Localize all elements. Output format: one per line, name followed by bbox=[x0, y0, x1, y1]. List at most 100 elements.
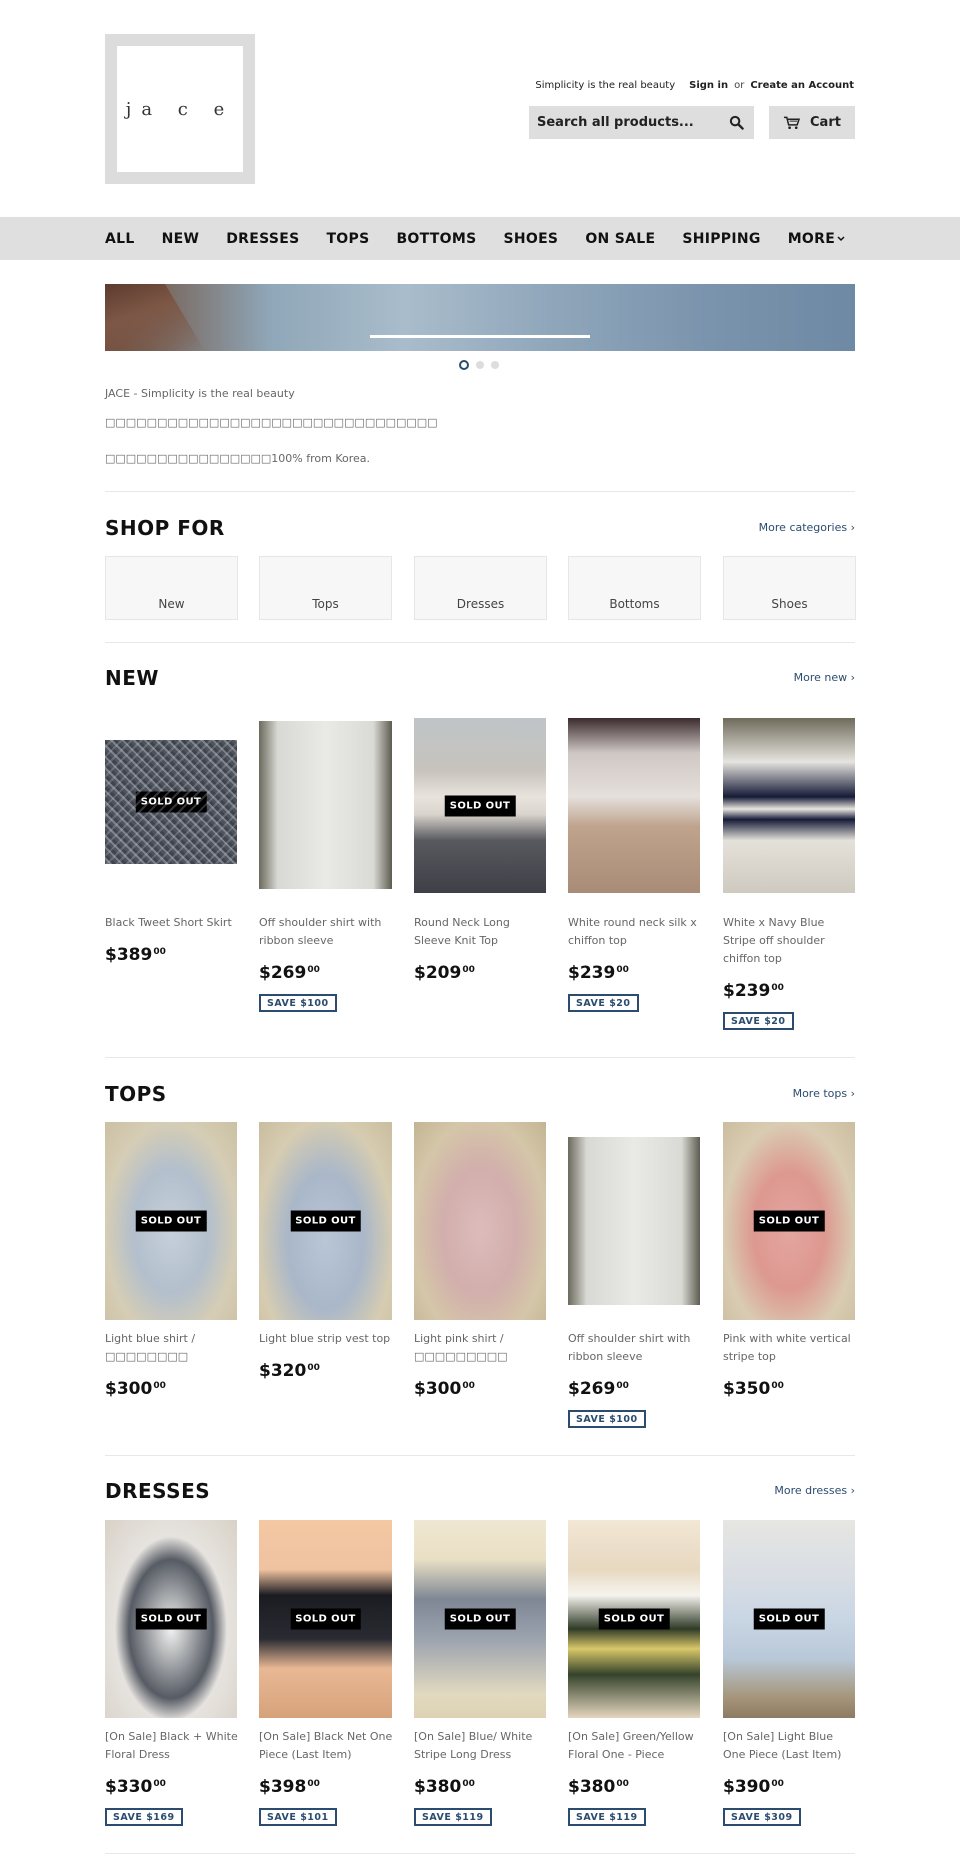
product-title[interactable]: [On Sale] Blue/ White Stripe Long Dress bbox=[414, 1728, 549, 1764]
nav-item-shipping[interactable]: SHIPPING bbox=[682, 231, 760, 247]
nav-item-bottoms[interactable]: BOTTOMS bbox=[396, 231, 476, 247]
intro-line-1: JACE - Simplicity is the real beauty bbox=[105, 387, 295, 400]
nav-item-new[interactable]: NEW bbox=[162, 231, 200, 247]
sold-out-badge: SOLD OUT bbox=[290, 1210, 361, 1232]
tagline: Simplicity is the real beauty bbox=[535, 80, 676, 91]
product-title[interactable]: Round Neck Long Sleeve Knit Top bbox=[414, 914, 549, 950]
product-image[interactable]: SOLD OUT bbox=[105, 1122, 237, 1320]
divider bbox=[105, 1853, 855, 1854]
product-image[interactable]: SOLD OUT bbox=[259, 1520, 392, 1718]
divider bbox=[105, 642, 855, 643]
product-price: $38900 bbox=[105, 945, 166, 965]
save-badge: SAVE $309 bbox=[723, 1808, 801, 1826]
product-title[interactable]: Off shoulder shirt with ribbon sleeve bbox=[568, 1330, 703, 1366]
category-shoes[interactable]: Shoes bbox=[723, 556, 856, 620]
sold-out-badge: SOLD OUT bbox=[290, 1608, 361, 1630]
product-title[interactable]: [On Sale] Black Net One Piece (Last Item… bbox=[259, 1728, 394, 1764]
product-image[interactable]: SOLD OUT bbox=[568, 1520, 700, 1718]
slide-dot-2[interactable] bbox=[476, 361, 484, 369]
product-image[interactable]: SOLD OUT bbox=[723, 1122, 855, 1320]
product-price: $38000 bbox=[568, 1777, 629, 1797]
chevron-down-icon bbox=[837, 235, 845, 241]
product-image[interactable] bbox=[568, 1137, 700, 1305]
create-account-link[interactable]: Create an Account bbox=[750, 80, 854, 91]
divider bbox=[105, 1455, 855, 1456]
save-badge: SAVE $119 bbox=[414, 1808, 492, 1826]
more-tops-link[interactable]: More tops › bbox=[793, 1087, 855, 1100]
search-icon bbox=[729, 115, 744, 130]
sold-out-badge: SOLD OUT bbox=[135, 1210, 207, 1232]
nav-item-all[interactable]: ALL bbox=[105, 231, 135, 247]
more-dresses-link[interactable]: More dresses › bbox=[774, 1484, 855, 1497]
product-title[interactable]: Black Tweet Short Skirt bbox=[105, 914, 240, 932]
sold-out-badge: SOLD OUT bbox=[753, 1608, 825, 1630]
banner-line bbox=[370, 335, 590, 338]
sign-in-link[interactable]: Sign in bbox=[689, 80, 728, 91]
nav-item-on-sale[interactable]: ON SALE bbox=[585, 231, 655, 247]
product-image[interactable]: SOLD OUT bbox=[105, 1520, 237, 1718]
category-dresses[interactable]: Dresses bbox=[414, 556, 547, 620]
product-image[interactable]: SOLD OUT bbox=[105, 740, 237, 864]
search-bar bbox=[529, 106, 754, 139]
product-price: $20900 bbox=[414, 963, 475, 983]
product-price: $33000 bbox=[105, 1777, 166, 1797]
sold-out-badge: SOLD OUT bbox=[598, 1608, 670, 1630]
product-image[interactable]: SOLD OUT bbox=[723, 1520, 855, 1718]
product-title[interactable]: [On Sale] Light Blue One Piece (Last Ite… bbox=[723, 1728, 858, 1764]
nav-more-label: MORE bbox=[787, 230, 836, 247]
cart-label: Cart bbox=[810, 115, 841, 130]
product-image[interactable] bbox=[723, 718, 855, 893]
sold-out-badge: SOLD OUT bbox=[444, 795, 516, 816]
logo-text: ja c e bbox=[117, 46, 243, 172]
product-title[interactable]: Off shoulder shirt with ribbon sleeve bbox=[259, 914, 394, 950]
cart-button[interactable]: Cart bbox=[769, 106, 855, 139]
divider bbox=[105, 491, 855, 492]
slide-dot-1[interactable] bbox=[459, 360, 469, 370]
product-title[interactable]: Light blue shirt / □□□□□□□□ bbox=[105, 1330, 240, 1366]
nav-item-tops[interactable]: TOPS bbox=[326, 231, 369, 247]
product-image[interactable]: SOLD OUT bbox=[414, 1520, 546, 1718]
logo[interactable]: ja c e bbox=[105, 34, 255, 184]
save-badge: SAVE $20 bbox=[723, 1012, 794, 1030]
nav-item-shoes[interactable]: SHOES bbox=[503, 231, 558, 247]
product-title[interactable]: Light pink shirt / □□□□□□□□□ bbox=[414, 1330, 549, 1366]
product-price: $23900 bbox=[723, 981, 784, 1001]
slideshow-dots bbox=[459, 360, 499, 370]
more-categories-link[interactable]: More categories › bbox=[759, 521, 855, 534]
product-title[interactable]: Pink with white vertical stripe top bbox=[723, 1330, 858, 1366]
save-badge: SAVE $169 bbox=[105, 1808, 183, 1826]
hero-slideshow[interactable] bbox=[105, 284, 855, 351]
nav-item-more[interactable]: MORE bbox=[788, 231, 845, 247]
product-title[interactable]: Light blue strip vest top bbox=[259, 1330, 394, 1348]
product-title[interactable]: White x Navy Blue Stripe off shoulder ch… bbox=[723, 914, 858, 968]
search-input[interactable] bbox=[537, 115, 726, 130]
search-button[interactable] bbox=[726, 113, 746, 133]
slide-dot-3[interactable] bbox=[491, 361, 499, 369]
product-price: $35000 bbox=[723, 1379, 784, 1399]
account-links: Simplicity is the real beauty Sign in or… bbox=[535, 80, 854, 91]
product-image[interactable]: SOLD OUT bbox=[259, 1122, 392, 1320]
product-title[interactable]: [On Sale] Green/Yellow Floral One - Piec… bbox=[568, 1728, 703, 1764]
category-bottoms[interactable]: Bottoms bbox=[568, 556, 701, 620]
divider bbox=[105, 1057, 855, 1058]
shop-for-title: SHOP FOR bbox=[105, 516, 225, 540]
nav-item-dresses[interactable]: DRESSES bbox=[226, 231, 299, 247]
new-section-title: NEW bbox=[105, 666, 159, 690]
cart-icon bbox=[783, 116, 801, 129]
product-title[interactable]: White round neck silk x chiffon top bbox=[568, 914, 703, 950]
product-price: $39000 bbox=[723, 1777, 784, 1797]
category-new[interactable]: New bbox=[105, 556, 238, 620]
product-image[interactable] bbox=[568, 718, 700, 893]
product-price: $32000 bbox=[259, 1361, 320, 1381]
product-title[interactable]: [On Sale] Black + White Floral Dress bbox=[105, 1728, 240, 1764]
sold-out-badge: SOLD OUT bbox=[135, 1608, 207, 1630]
or-text: or bbox=[734, 80, 745, 91]
dresses-section-title: DRESSES bbox=[105, 1479, 211, 1503]
more-new-link[interactable]: More new › bbox=[794, 671, 855, 684]
sold-out-badge: SOLD OUT bbox=[135, 791, 207, 813]
product-image[interactable] bbox=[259, 721, 392, 889]
product-image[interactable]: SOLD OUT bbox=[414, 718, 546, 893]
category-tops[interactable]: Tops bbox=[259, 556, 392, 620]
product-price: $30000 bbox=[105, 1379, 166, 1399]
product-image[interactable] bbox=[414, 1122, 546, 1320]
